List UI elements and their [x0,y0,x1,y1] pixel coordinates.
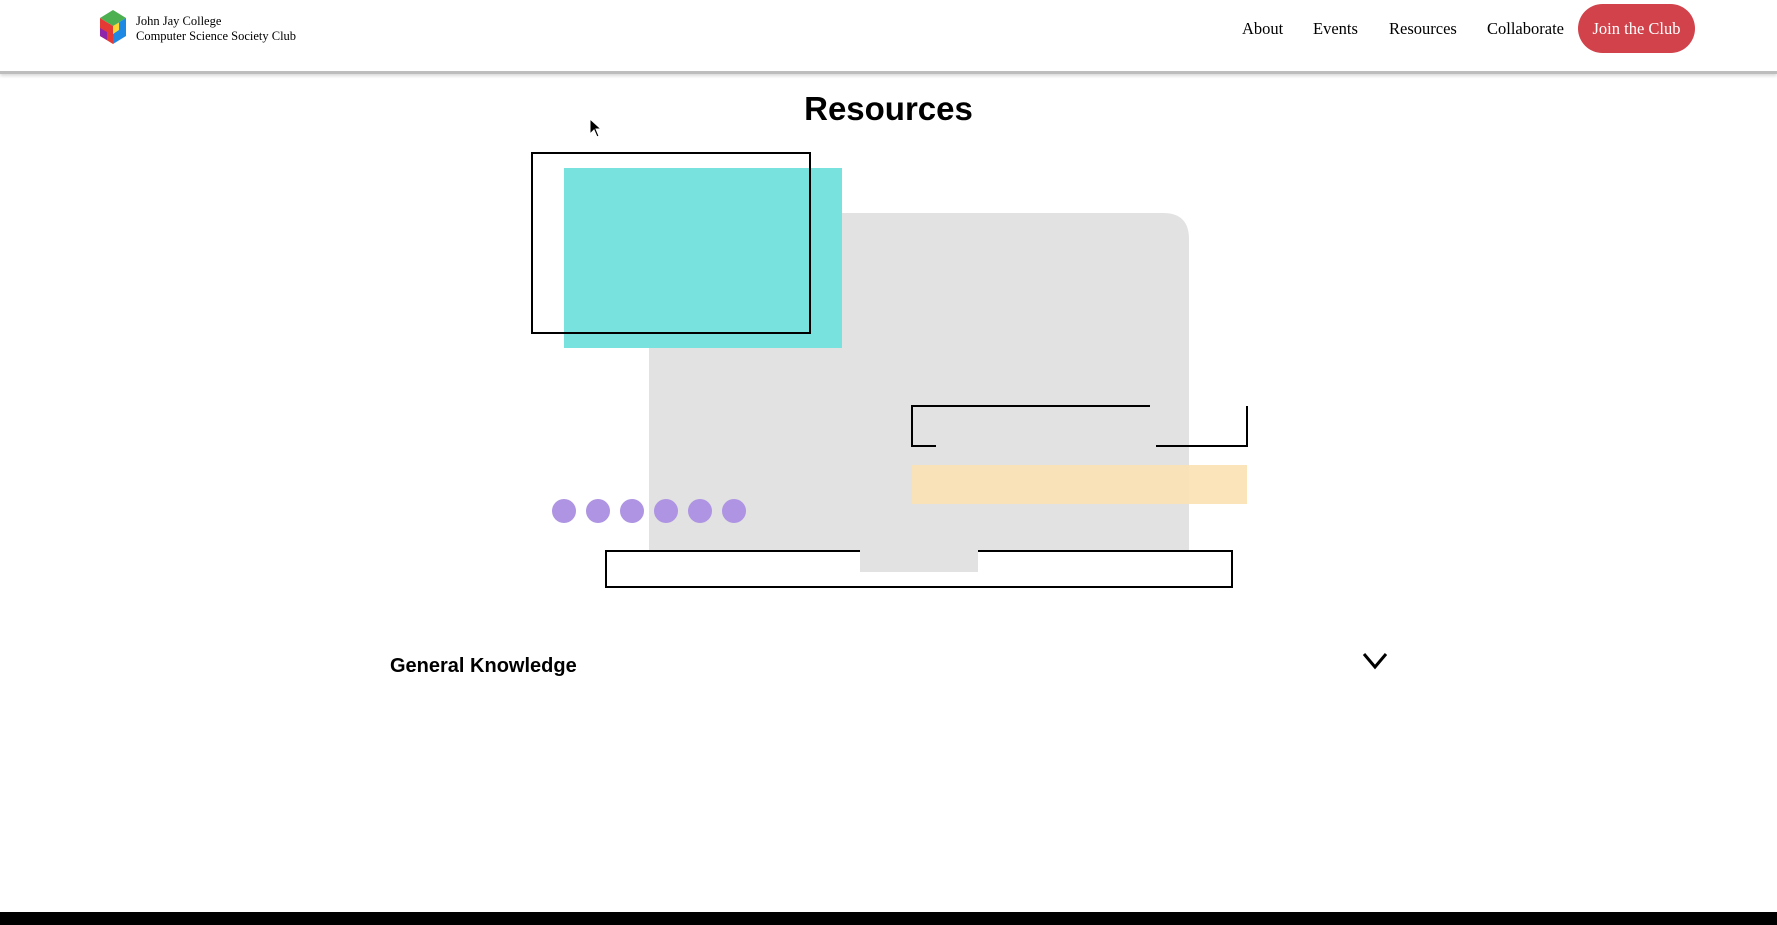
nav-collaborate[interactable]: Collaborate [1487,19,1564,39]
join-club-button[interactable]: Join the Club [1578,4,1695,53]
nav-resources[interactable]: Resources [1389,19,1457,39]
mouse-cursor-icon [589,118,603,138]
accordion-general-knowledge[interactable]: General Knowledge [390,645,1389,689]
bracket-shape-left [911,405,1150,447]
club-name[interactable]: John Jay College Computer Science Societ… [136,14,296,44]
chevron-down-icon[interactable] [1361,650,1389,672]
nav-about[interactable]: About [1242,19,1283,39]
resources-illustration [531,152,1248,588]
peach-bar-shape [912,465,1247,504]
dot-shape [688,499,712,523]
dot-shape [654,499,678,523]
brand-line-2: Computer Science Society Club [136,29,297,43]
page-title: Resources [804,90,973,127]
dot-shape [722,499,746,523]
bracket-shape-right [1156,406,1248,447]
gray-panel-shape [649,213,1189,572]
club-logo-icon[interactable] [99,10,127,44]
site-header: John Jay College Computer Science Societ… [0,0,1777,74]
nav-events[interactable]: Events [1313,19,1358,39]
dot-shape [586,499,610,523]
outline-rectangle-shape [531,152,811,334]
dot-shape [620,499,644,523]
dot-shape [552,499,576,523]
footer-bar [0,912,1777,925]
section-title: General Knowledge [390,655,577,677]
brand-line-1: John Jay College [136,14,222,28]
bottom-outline-bar-shape [605,550,1233,588]
teal-rectangle-shape [564,168,842,348]
